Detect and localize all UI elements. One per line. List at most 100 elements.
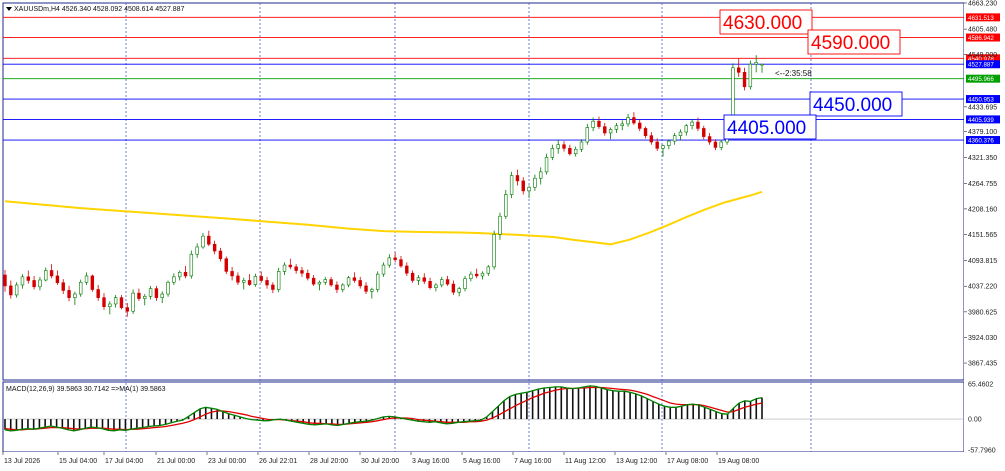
candle-body <box>55 275 60 284</box>
candle-body <box>271 284 275 290</box>
price-level-label: 4360.376 <box>968 138 994 145</box>
candle-body <box>655 141 659 149</box>
candle-body <box>20 276 25 286</box>
x-tick-label: 11 Aug 12:00 <box>565 458 606 465</box>
candle-body <box>189 253 194 277</box>
price-callout-label: 4450.000 <box>813 95 892 116</box>
price-level-label: 4450.953 <box>968 97 994 104</box>
x-tick-label: 5 Aug 16:00 <box>463 458 500 465</box>
candle-body <box>597 120 601 127</box>
candle-body <box>754 62 758 65</box>
candle-body <box>61 282 65 291</box>
candle-body <box>125 307 129 312</box>
candle-body <box>440 279 444 286</box>
candle-body <box>405 265 409 274</box>
y-tick-label: 4208.160 <box>968 206 997 213</box>
candle-body <box>294 266 298 271</box>
y-tick-label: 4663.230 <box>968 1 997 8</box>
candle-body <box>643 128 648 136</box>
x-tick-label: 15 Jul 04:00 <box>59 458 97 465</box>
candle-body <box>317 281 322 285</box>
candle-body <box>9 285 13 296</box>
candle-body <box>556 144 560 149</box>
candle-body <box>521 180 525 192</box>
candle-body <box>585 127 590 143</box>
candle-body <box>486 266 491 274</box>
candle-body <box>44 270 48 281</box>
candle-body <box>492 234 496 268</box>
candle-body <box>265 280 269 286</box>
candle-body <box>469 273 473 279</box>
candle-body <box>579 141 584 150</box>
candle-body <box>387 257 392 266</box>
price-callout-label: 4405.000 <box>727 118 806 139</box>
y-tick-label: 4605.480 <box>968 27 997 34</box>
price-level-label: 4631.513 <box>968 15 994 22</box>
candle-body <box>212 243 217 252</box>
candle-body <box>696 121 700 129</box>
candle-body <box>79 281 83 295</box>
candle-body <box>638 122 642 129</box>
candle-body <box>626 117 630 125</box>
candle-body <box>3 274 7 287</box>
candle-body <box>667 140 671 146</box>
x-tick-label: 17 Jul 04:00 <box>105 458 143 465</box>
candle-body <box>422 277 426 282</box>
candle-body <box>311 277 316 285</box>
candle-body <box>96 289 100 298</box>
candle-body <box>498 215 502 235</box>
y-tick-label: 3924.030 <box>968 335 997 342</box>
candle-body <box>102 297 106 308</box>
candle-body <box>195 246 199 255</box>
candle-body <box>533 177 537 188</box>
candle-body <box>748 63 753 88</box>
macd-tick-label: 65.4602 <box>968 382 993 389</box>
candle-body <box>719 141 723 148</box>
price-level-label: 4495.966 <box>968 76 994 83</box>
candle-body <box>608 129 613 134</box>
symbol-header: XAUUSDm,H4 4526.340 4528.092 4508.614 45… <box>14 6 185 13</box>
candle-body <box>603 126 607 134</box>
candle-body <box>672 135 677 142</box>
candle-body <box>515 175 520 182</box>
candle-body <box>90 275 95 290</box>
candle-body <box>218 250 223 260</box>
x-tick-label: 17 Aug 08:00 <box>667 458 708 465</box>
y-tick-label: 4264.755 <box>968 181 997 188</box>
price-callout-label: 4590.000 <box>811 33 890 54</box>
price-pane <box>2 2 965 381</box>
candle-body <box>207 235 211 245</box>
candle-body <box>306 272 310 279</box>
candle-body <box>742 72 747 88</box>
x-tick-label: 13 Aug 12:00 <box>616 458 657 465</box>
x-tick-label: 26 Jul 22:01 <box>259 458 297 465</box>
candle-body <box>236 275 240 283</box>
candle-body <box>335 284 339 290</box>
candle-body <box>678 131 683 136</box>
price-level-label: 4405.939 <box>968 117 994 124</box>
y-tick-label: 4321.350 <box>968 155 997 162</box>
y-tick-label: 4379.100 <box>968 129 997 136</box>
candle-body <box>230 271 234 277</box>
candle-body <box>474 273 479 277</box>
candle-body <box>375 273 380 290</box>
macd-tick-label: 0.00 <box>968 417 982 424</box>
candle-body <box>154 288 159 298</box>
x-tick-label: 23 Jul 00:00 <box>208 458 246 465</box>
candle-body <box>358 280 362 287</box>
candle-body <box>416 277 421 281</box>
candle-body <box>713 141 718 148</box>
candle-body <box>276 271 281 290</box>
candle-body <box>690 121 694 127</box>
candle-body <box>131 292 135 312</box>
candle-body <box>428 281 432 288</box>
candle-body <box>527 186 531 192</box>
candle-body <box>620 123 624 127</box>
candle-body <box>381 264 386 275</box>
x-tick-label: 30 Jul 20:00 <box>361 458 399 465</box>
candle-body <box>166 281 170 295</box>
candle-body <box>684 125 689 133</box>
candle-body <box>341 284 345 290</box>
countdown: <--2:35:58 <box>775 69 812 78</box>
candle-body <box>568 148 572 155</box>
